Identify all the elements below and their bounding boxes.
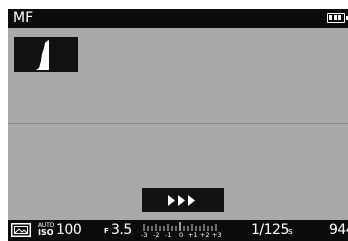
ev-label: -3 <box>141 231 148 239</box>
battery-full-icon <box>327 13 348 23</box>
focus-mode-label: MF <box>13 10 34 26</box>
shutter-speed-value: 1/125 <box>251 222 289 238</box>
play-arrows-icon <box>168 195 195 206</box>
playback-button[interactable] <box>142 188 224 212</box>
histogram <box>14 37 78 72</box>
iso-indicator: AUTO ISO <box>38 223 54 237</box>
horizon-divider <box>8 123 348 124</box>
ev-label: +3 <box>212 231 222 239</box>
aperture-value: 3.5 <box>111 222 132 238</box>
photo-mode-icon <box>11 223 31 237</box>
exposure-scale-labels: -3 -2 -1 0 +1 +2 +3 <box>136 231 228 240</box>
ev-label: -1 <box>165 231 172 239</box>
shots-remaining: 944 <box>329 222 348 238</box>
ev-label: +2 <box>200 231 210 239</box>
aperture-prefix: F <box>104 227 109 235</box>
iso-value: 100 <box>56 222 82 238</box>
ev-label: 0 <box>179 231 184 239</box>
top-status-bar: MF <box>8 9 348 28</box>
bottom-info-bar: AUTO ISO 100 F 3.5 -3 -2 -1 0 +1 +2 +3 1… <box>8 220 348 241</box>
shutter-speed-unit: s <box>288 227 293 237</box>
ev-label: +1 <box>188 231 198 239</box>
viewfinder-screen: MF AUTO ISO 100 F 3.5 -3 -2 -1 0 +1 +2 +… <box>8 9 348 241</box>
ev-label: -2 <box>153 231 160 239</box>
iso-label: ISO <box>38 228 54 237</box>
